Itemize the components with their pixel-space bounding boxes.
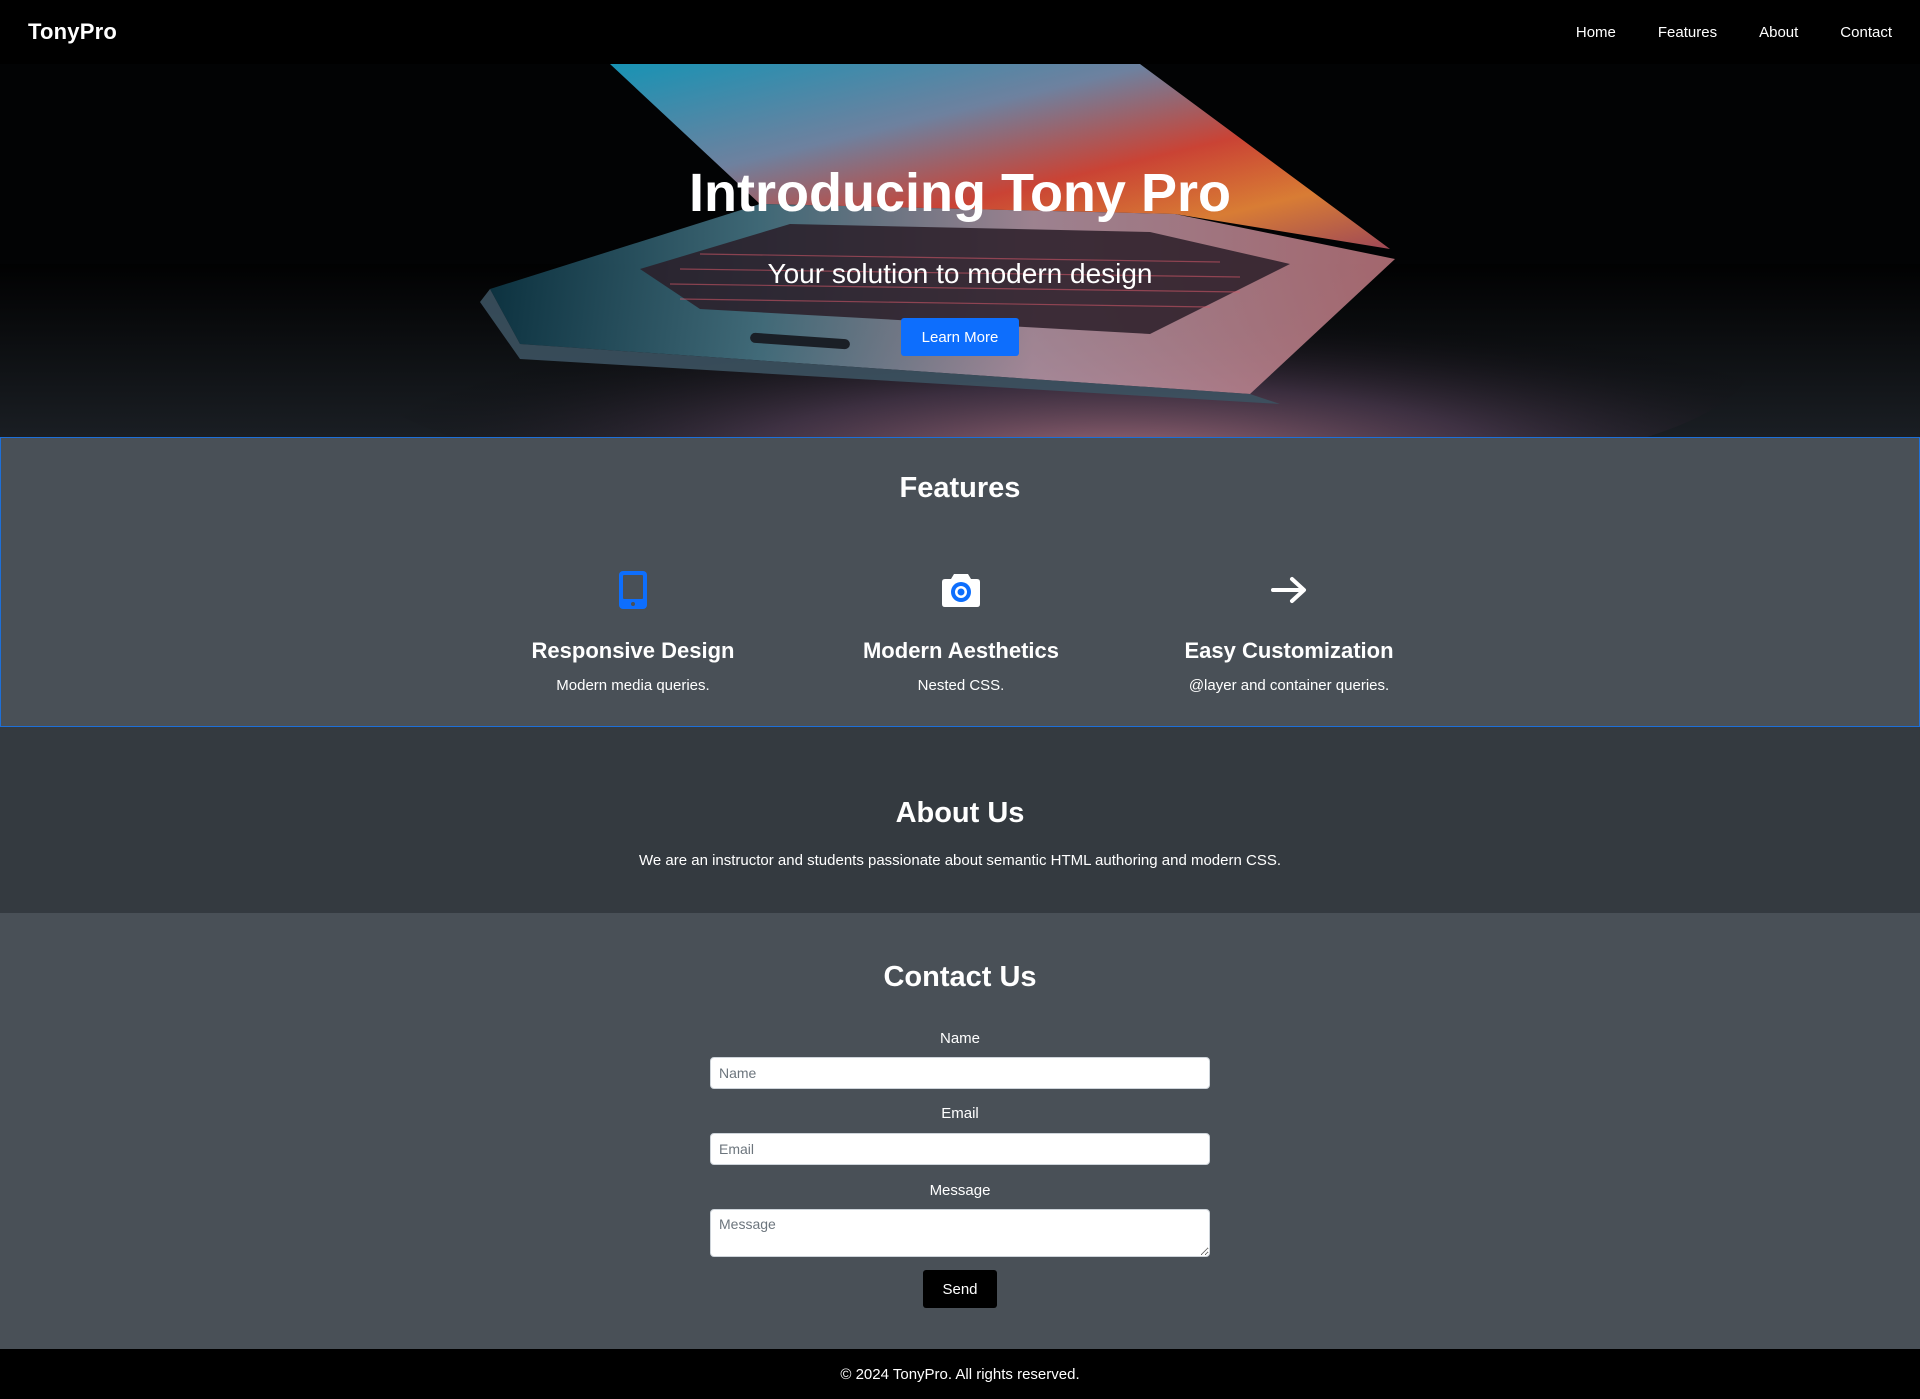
contact-section: Contact Us Name Email Message Send	[0, 913, 1920, 1349]
hero-section: Introducing Tony Pro Your solution to mo…	[0, 64, 1920, 437]
hero-subtitle: Your solution to modern design	[767, 258, 1153, 289]
nav-contact[interactable]: Contact	[1840, 24, 1892, 41]
email-field[interactable]	[710, 1133, 1210, 1165]
logo[interactable]: TonyPro	[28, 19, 117, 45]
contact-title: Contact Us	[883, 961, 1037, 993]
nav-features[interactable]: Features	[1658, 24, 1717, 41]
about-title: About Us	[895, 797, 1025, 829]
feature-title-customization: Easy Customization	[1184, 638, 1394, 663]
features-title: Features	[899, 472, 1021, 504]
tablet-icon	[611, 568, 655, 612]
name-label: Name	[939, 1030, 980, 1047]
features-section: Features Responsive Design Modern media …	[0, 437, 1920, 727]
site-footer: © 2024 TonyPro. All rights reserved.	[0, 1349, 1920, 1399]
arrow-right-icon	[1267, 568, 1311, 612]
site-header: TonyPro Home Features About Contact	[0, 0, 1920, 64]
hero-content: Introducing Tony Pro Your solution to mo…	[0, 64, 1920, 437]
about-section: About Us We are an instructor and studen…	[0, 727, 1920, 913]
about-text: We are an instructor and students passio…	[638, 852, 1282, 869]
feature-desc-customization: @layer and container queries.	[1188, 677, 1390, 694]
send-button[interactable]: Send	[923, 1270, 997, 1308]
feature-desc-responsive: Modern media queries.	[556, 677, 710, 694]
learn-more-button[interactable]: Learn More	[901, 318, 1019, 356]
footer-copyright: © 2024 TonyPro. All rights reserved.	[840, 1365, 1080, 1383]
name-field[interactable]	[710, 1057, 1210, 1089]
hero-title: Introducing Tony Pro	[689, 163, 1231, 223]
message-field[interactable]	[710, 1209, 1210, 1257]
nav-home[interactable]: Home	[1576, 24, 1616, 41]
feature-title-responsive: Responsive Design	[531, 638, 735, 663]
feature-desc-aesthetics: Nested CSS.	[917, 677, 1005, 694]
feature-title-aesthetics: Modern Aesthetics	[862, 638, 1059, 663]
message-label: Message	[929, 1182, 991, 1199]
nav-about[interactable]: About	[1759, 24, 1798, 41]
email-label: Email	[941, 1105, 979, 1122]
main-nav: Home Features About Contact	[1534, 24, 1892, 41]
camera-icon	[939, 568, 983, 612]
